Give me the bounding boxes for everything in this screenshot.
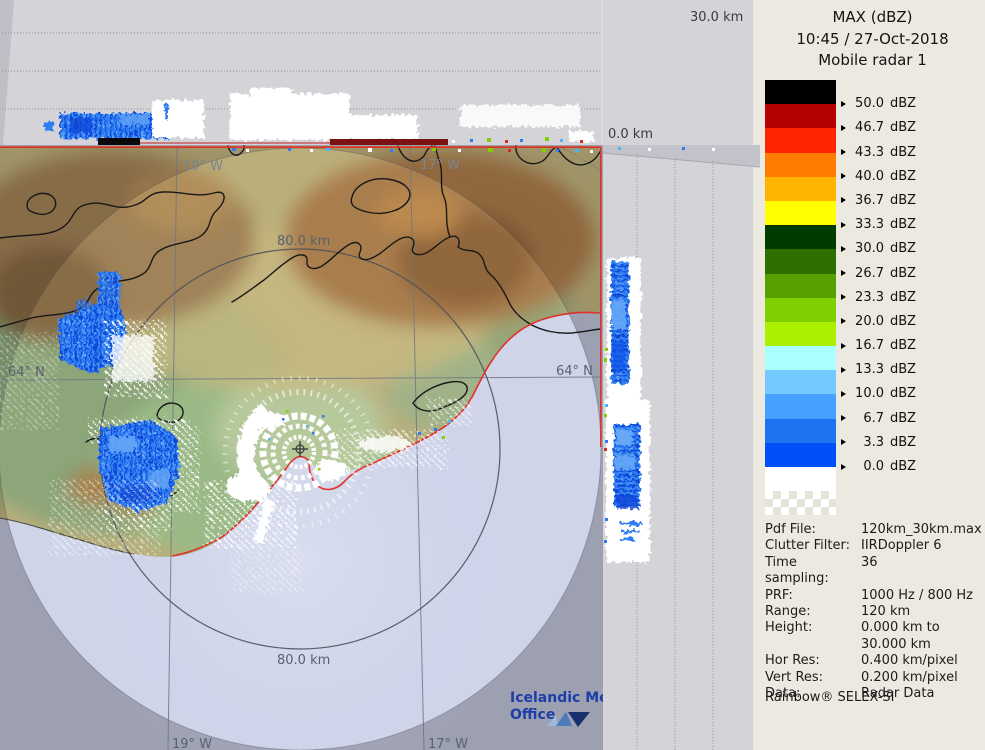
scale-swatch: [765, 80, 836, 105]
scale-row: 46.7 dBZ: [765, 104, 983, 135]
info-row: Clutter Filter: IIRDoppler 6: [765, 538, 942, 554]
scale-swatch: [765, 370, 836, 395]
info-row: Vert Res: 0.200 km/pixel: [765, 669, 958, 685]
scale-row: 6.7 dBZ: [765, 394, 983, 426]
scale-swatch: [765, 104, 836, 129]
scale-row: 36.7 dBZ: [765, 176, 983, 208]
scale-row: 16.7 dBZ: [765, 321, 983, 353]
section-divider: [601, 0, 603, 145]
product-info: Pdf File: 120km_30km.max Clutter Filter: I…: [765, 522, 983, 702]
radar-application-window: 30.0 km 0.0 km 19° W 17° W 64° N 64° N 8…: [0, 0, 985, 750]
sea-speckles: [232, 545, 302, 593]
scale-row: 0.0 dBZ: [765, 442, 983, 474]
scale-swatch: [765, 176, 836, 201]
lon-label-17w-bottom: 17° W: [428, 737, 468, 750]
legend-panel: MAX (dBZ) 10:45 / 27-Oct-2018 Mobile rad…: [760, 0, 985, 750]
sea-speckles: [50, 480, 160, 555]
timestamp: 10:45 / 27-Oct-2018: [796, 29, 949, 48]
scale-row: 30.0 dBZ: [765, 225, 983, 256]
scale-swatch-white: [765, 467, 836, 492]
color-scale: 50.0 dBZ 46.7 dBZ 43.3 dBZ 40.0 dBZ 36.7 dBZ …: [765, 80, 983, 516]
scale-row: 13.3 dBZ: [765, 346, 983, 377]
logo-text-line2: Office: [510, 707, 555, 723]
scale-swatch: [765, 321, 836, 347]
top-cross-section-panel[interactable]: 30.0 km 0.0 km: [0, 0, 760, 145]
software-name: Rainbow® SELEX-SI: [765, 690, 895, 705]
panel-gap: [753, 145, 760, 750]
scale-swatch: [765, 152, 836, 177]
right-cross-section-panel[interactable]: [603, 145, 760, 750]
lon-label-19w-top: 19° W: [183, 159, 223, 174]
radar-name: Mobile radar 1: [818, 51, 927, 69]
scale-swatch: [765, 273, 836, 298]
range-label-80km-bottom: 80.0 km: [277, 653, 330, 668]
radar-map-canvas[interactable]: 19° W 17° W 64° N 64° N 80.0 km 80.0 km …: [0, 145, 603, 750]
scale-swatch: [765, 442, 836, 467]
info-row: Hor Res: 0.400 km/pixel: [765, 653, 958, 669]
scale-swatch: [765, 200, 836, 226]
info-row: PRF: 1000 Hz / 800 Hz: [765, 587, 974, 603]
tick-arrow-icon: [841, 463, 846, 470]
min-height-label: 0.0 km: [608, 127, 653, 142]
scale-swatch-transparent: [765, 491, 836, 516]
logo-text-line1: Icelandic Met: [510, 690, 603, 706]
lon-label-17w-top: 17° W: [420, 158, 460, 173]
scale-row: 50.0 dBZ: [765, 80, 983, 111]
land-speckles: [0, 332, 58, 430]
scale-swatch: [765, 249, 836, 274]
scale-row: 40.0 dBZ: [765, 152, 983, 184]
legend-header: MAX (dBZ) 10:45 / 27-Oct-2018 Mobile rad…: [760, 0, 985, 72]
scale-row: 10.0 dBZ: [765, 370, 983, 401]
scale-swatch: [765, 297, 836, 322]
scale-row: 26.7 dBZ: [765, 249, 983, 281]
scale-swatch: [765, 225, 836, 250]
scale-row: 43.3 dBZ: [765, 128, 983, 160]
scale-swatch: [765, 346, 836, 371]
scale-row: 20.0 dBZ: [765, 297, 983, 329]
scale-row: 3.3 dBZ: [765, 418, 983, 450]
max-height-label: 30.0 km: [690, 10, 743, 25]
info-row: Height: 0.000 km to: [765, 620, 940, 636]
lat-label-64n-left: 64° N: [8, 365, 45, 380]
scale-swatch: [765, 394, 836, 419]
scale-row: 33.3 dBZ: [765, 200, 983, 232]
info-row: 30.000 km: [861, 636, 931, 652]
lon-label-19w-bottom: 19° W: [172, 737, 212, 750]
info-row: Range: 120 km: [765, 604, 911, 620]
lat-label-64n-right: 64° N: [556, 364, 593, 379]
info-row: Pdf File: 120km_30km.max: [765, 522, 982, 537]
scale-swatch: [765, 128, 836, 153]
scale-label: 0.0 dBZ: [841, 459, 916, 474]
scale-swatch: [765, 418, 836, 443]
info-row: Time sampling: 36: [765, 554, 878, 587]
panel-gap: [753, 0, 760, 145]
scale-row: 23.3 dBZ: [765, 273, 983, 305]
product-title: MAX (dBZ): [832, 8, 913, 26]
range-label-80km-top: 80.0 km: [277, 234, 330, 249]
